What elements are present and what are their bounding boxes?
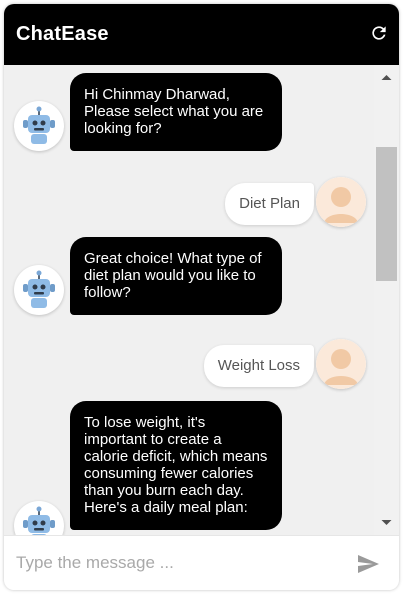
scroll-down-arrow-icon[interactable] (374, 513, 399, 533)
scroll-up-arrow-icon[interactable] (374, 67, 399, 87)
scrollbar-thumb[interactable] (376, 147, 397, 281)
bot-message: Great choice! What type of diet plan wou… (70, 237, 282, 315)
message-input[interactable] (16, 550, 336, 576)
user-message: Diet Plan (225, 183, 314, 225)
composer (4, 535, 399, 590)
message-scrollbar[interactable] (374, 65, 399, 535)
robot-icon (23, 506, 55, 535)
bot-avatar (14, 501, 64, 535)
person-icon (316, 339, 366, 389)
message-list: Hi Chinmay Dharwad, Please select what y… (4, 65, 374, 535)
robot-icon (23, 270, 55, 308)
bot-message: To lose weight, it's important to create… (70, 401, 282, 530)
refresh-icon[interactable] (369, 23, 389, 43)
app-title: ChatEase (16, 23, 109, 45)
chat-header: ChatEase (4, 4, 399, 65)
bot-message: Hi Chinmay Dharwad, Please select what y… (70, 73, 282, 151)
user-avatar (316, 339, 366, 389)
robot-icon (23, 106, 55, 144)
bot-avatar (14, 265, 64, 315)
person-icon (316, 177, 366, 227)
bot-avatar (14, 101, 64, 151)
user-message: Weight Loss (203, 345, 314, 387)
send-icon[interactable] (354, 552, 382, 576)
chat-widget: ChatEase Hi Chinmay Dharwad, Please sele… (4, 4, 399, 590)
user-avatar (316, 177, 366, 227)
